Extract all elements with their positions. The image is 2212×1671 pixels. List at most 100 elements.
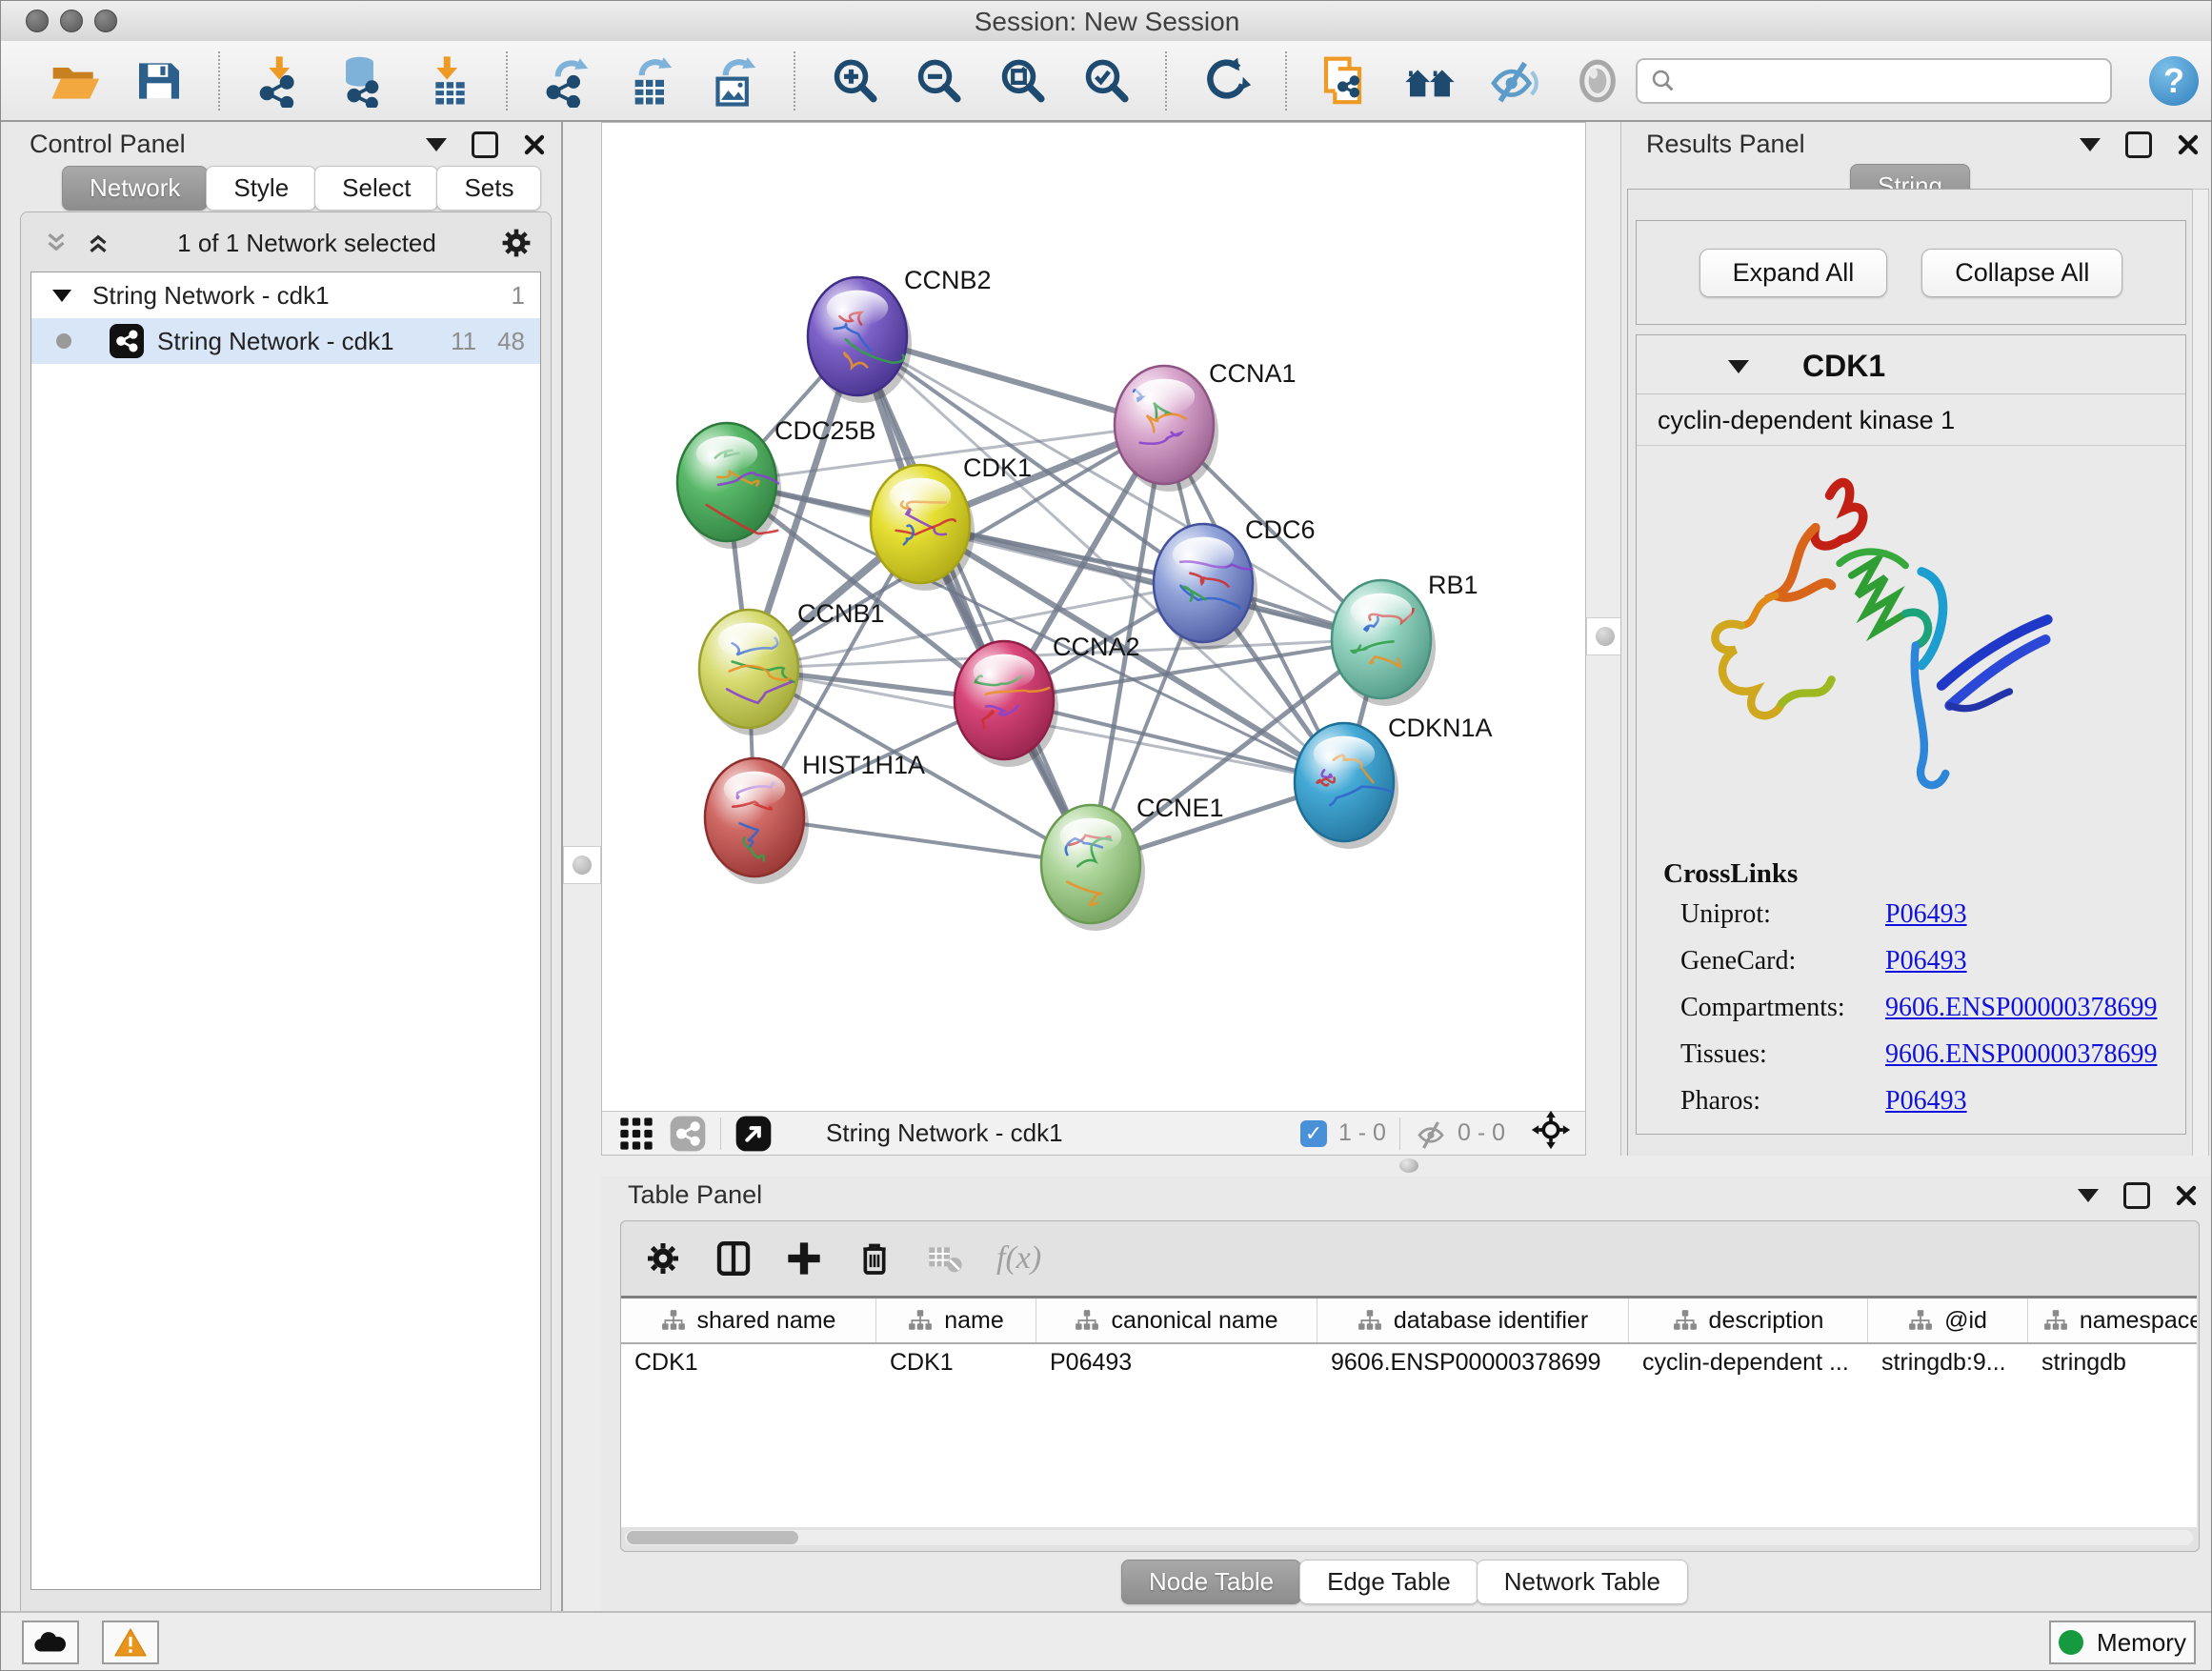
table-row[interactable]: CDK1CDK1P064939606.ENSP00000378699cyclin…: [621, 1344, 2197, 1380]
node-CDK1[interactable]: [871, 465, 975, 591]
table-cell[interactable]: P06493: [1036, 1344, 1317, 1380]
add-column-icon[interactable]: [785, 1239, 823, 1278]
hide-panels-eye-slash-icon[interactable]: [1487, 54, 1540, 108]
node-CDKN1A[interactable]: [1295, 723, 1398, 849]
help-icon[interactable]: ?: [2149, 56, 2199, 106]
network-collection-row[interactable]: String Network - cdk1 1: [31, 272, 540, 318]
network-canvas[interactable]: CCNB2CCNA1CDC25BCDK1CDC6RB1CCNB1CCNA2CDK…: [602, 123, 1585, 1112]
crosslink-link[interactable]: 9606.ENSP00000378699: [1885, 993, 2157, 1023]
results-panel-collapse-icon[interactable]: [2080, 138, 2101, 151]
node-CCNE1[interactable]: [1041, 805, 1145, 931]
node-RB1[interactable]: [1332, 580, 1436, 706]
table-cell[interactable]: stringdb: [2028, 1344, 2197, 1380]
home-icon[interactable]: [1403, 54, 1457, 108]
node-CCNA2[interactable]: [955, 641, 1058, 767]
first-neighbors-icon[interactable]: [1319, 54, 1373, 108]
gene-expander-icon[interactable]: [1728, 360, 1749, 373]
table-cell[interactable]: stringdb:9...: [1868, 1344, 2028, 1380]
column-header-namespace[interactable]: namespace: [2028, 1299, 2197, 1342]
expand-all-networks-icon[interactable]: [82, 229, 114, 257]
table-cell[interactable]: 9606.ENSP00000378699: [1317, 1344, 1629, 1380]
zoom-out-icon[interactable]: [912, 54, 965, 108]
crosslink-link[interactable]: 9606.ENSP00000378699: [1885, 1039, 2157, 1070]
right-splitter-handle[interactable]: [1586, 617, 1624, 655]
search-input[interactable]: [1678, 66, 2091, 97]
column-header-shared-name[interactable]: shared name: [621, 1299, 876, 1342]
automation-cloud-button[interactable]: [22, 1621, 79, 1664]
left-splitter-handle[interactable]: [563, 846, 601, 884]
delete-column-trash-icon[interactable]: [855, 1239, 894, 1278]
zoom-selected-icon[interactable]: [1079, 54, 1133, 108]
table-gear-icon[interactable]: [644, 1239, 682, 1278]
gene-section-header[interactable]: CDK1: [1637, 335, 2185, 394]
crosslink-link[interactable]: P06493: [1885, 1086, 1967, 1117]
expand-all-button[interactable]: Expand All: [1699, 249, 1888, 297]
tab-select[interactable]: Select: [314, 166, 438, 211]
table-hscrollbar[interactable]: [625, 1530, 2193, 1545]
node-CDC6[interactable]: [1154, 524, 1257, 650]
control-panel-collapse-icon[interactable]: [426, 138, 447, 151]
export-table-icon[interactable]: [624, 54, 677, 108]
network-row[interactable]: String Network - cdk1 11 48: [31, 318, 540, 364]
table-cell[interactable]: CDK1: [876, 1344, 1036, 1380]
save-session-icon[interactable]: [132, 54, 186, 108]
grid-view-icon[interactable]: [617, 1115, 655, 1153]
zoom-in-icon[interactable]: [828, 54, 881, 108]
node-CCNA1[interactable]: [1115, 366, 1218, 492]
memory-button[interactable]: Memory: [2049, 1621, 2196, 1664]
crosslink-link[interactable]: P06493: [1885, 946, 1967, 976]
column-header-description[interactable]: description: [1629, 1299, 1868, 1342]
export-view-icon[interactable]: [734, 1115, 773, 1153]
network-style-icon[interactable]: [669, 1115, 707, 1153]
table-hscrollbar-thumb[interactable]: [627, 1531, 798, 1544]
node-CCNB1[interactable]: [699, 610, 803, 735]
import-network-database-icon[interactable]: [336, 54, 390, 108]
network-options-gear-icon[interactable]: [499, 226, 533, 260]
import-network-file-icon[interactable]: [252, 54, 306, 108]
left-splitter[interactable]: [563, 122, 601, 1611]
control-panel-close-icon[interactable]: [523, 133, 546, 156]
node-HIST1H1A[interactable]: [705, 758, 809, 884]
selected-checkbox-icon[interactable]: ✓: [1300, 1120, 1327, 1147]
collapse-all-button[interactable]: Collapse All: [1921, 249, 2122, 297]
right-splitter[interactable]: [1586, 122, 1624, 1156]
crosslink-link[interactable]: P06493: [1885, 899, 1967, 930]
control-panel-float-icon[interactable]: [472, 131, 498, 158]
column-header-name[interactable]: name: [876, 1299, 1036, 1342]
zoom-fit-icon[interactable]: [995, 54, 1049, 108]
tab-sets[interactable]: Sets: [436, 166, 541, 211]
column-header-canonical-name[interactable]: canonical name: [1036, 1299, 1317, 1342]
show-columns-icon[interactable]: [714, 1239, 753, 1278]
results-vscrollbar[interactable]: [2192, 189, 2209, 1189]
column-header-database-identifier[interactable]: database identifier: [1317, 1299, 1629, 1342]
table-panel-collapse-icon[interactable]: [2078, 1189, 2099, 1202]
results-panel-close-icon[interactable]: [2177, 133, 2200, 156]
table-splitter[interactable]: [601, 1156, 2212, 1177]
refresh-icon[interactable]: [1199, 54, 1253, 108]
import-table-file-icon[interactable]: [420, 54, 473, 108]
search-box[interactable]: [1636, 58, 2112, 104]
column-header-@id[interactable]: @id: [1868, 1299, 2028, 1342]
tab-network[interactable]: Network: [62, 166, 208, 211]
table-splitter-handle[interactable]: [1399, 1158, 1418, 1173]
export-image-icon[interactable]: [708, 54, 761, 108]
warnings-button[interactable]: [102, 1621, 159, 1664]
node-CCNB2[interactable]: [808, 277, 912, 403]
node-CDC25B[interactable]: [677, 423, 781, 549]
tab-style[interactable]: Style: [206, 166, 316, 211]
bird-eye-icon[interactable]: [1571, 54, 1624, 108]
fit-content-crosshair-icon[interactable]: [1530, 1109, 1572, 1151]
table-panel-close-icon[interactable]: [2175, 1184, 2198, 1207]
open-session-icon[interactable]: [49, 54, 102, 108]
tab-network-table[interactable]: Network Table: [1477, 1560, 1688, 1604]
export-network-icon[interactable]: [540, 54, 593, 108]
tab-node-table[interactable]: Node Table: [1121, 1560, 1301, 1604]
collapse-all-networks-icon[interactable]: [40, 229, 72, 257]
edge-CCNB2-CCNE1[interactable]: [857, 336, 1091, 864]
table-panel-float-icon[interactable]: [2123, 1182, 2150, 1209]
table-cell[interactable]: cyclin-dependent ...: [1629, 1344, 1868, 1380]
collection-expander-icon[interactable]: [52, 290, 71, 302]
tab-edge-table[interactable]: Edge Table: [1299, 1560, 1478, 1604]
table-cell[interactable]: CDK1: [621, 1344, 876, 1380]
results-panel-float-icon[interactable]: [2125, 131, 2152, 158]
